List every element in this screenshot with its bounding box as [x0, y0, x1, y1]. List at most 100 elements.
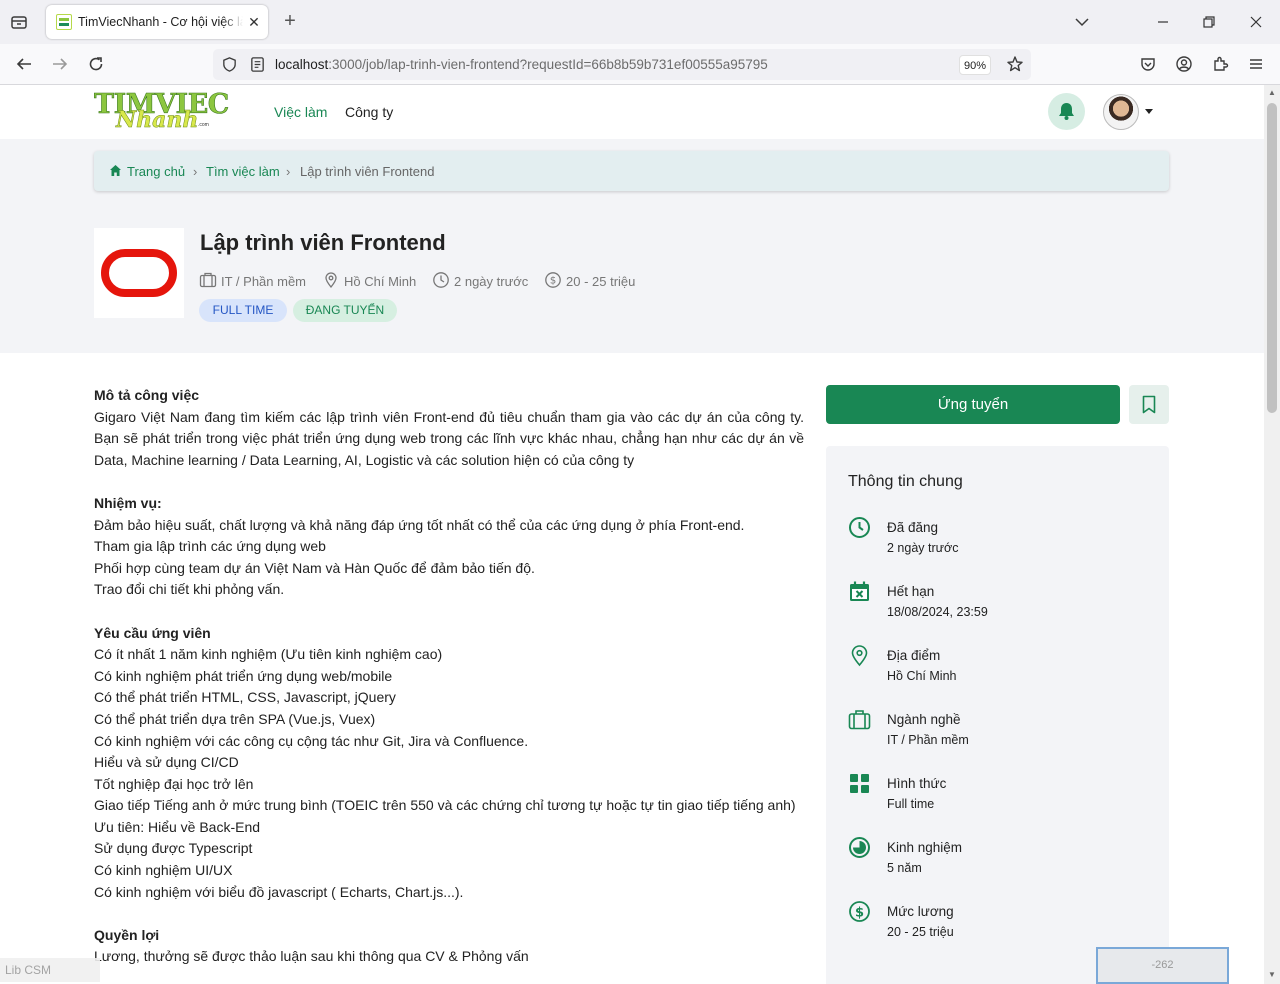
restore-icon[interactable]: [1199, 12, 1219, 32]
bookmark-star-icon[interactable]: [1006, 55, 1024, 73]
requirement-line: Tốt nghiệp đại học trở lên: [94, 775, 254, 792]
info-posted: Đã đăng 2 ngày trước: [848, 516, 1148, 560]
forward-arrow-icon[interactable]: [51, 55, 69, 73]
briefcase-icon: [848, 710, 871, 730]
scrollbar-thumb[interactable]: [1267, 103, 1277, 413]
meta-salary-text: 20 - 25 triệu: [566, 274, 636, 289]
requirement-line: Giao tiếp Tiếng anh ở mức trung bình (TO…: [94, 797, 796, 814]
breadcrumb-current: Lập trình viên Frontend: [300, 164, 435, 179]
logo-text-bottom: Nhanh: [116, 107, 199, 134]
page-info-icon[interactable]: [249, 56, 266, 73]
extensions-icon[interactable]: [1211, 55, 1229, 73]
calendar-x-icon: [850, 581, 869, 601]
bookmark-icon: [1142, 395, 1156, 414]
browser-tab-bar: TimViecNhanh - Cơ hội việc làm ✕ +: [0, 0, 1280, 44]
info-label: Đã đăng: [887, 520, 939, 535]
page-viewport: TIMVIEC Nhanh .com Việc làm Công ty Tran…: [0, 85, 1264, 984]
task-line: Trao đổi chi tiết khi phỏng vấn.: [94, 581, 285, 598]
chevron-down-icon[interactable]: [1073, 13, 1091, 31]
task-line: Phối hợp cùng team dự án Việt Nam và Hàn…: [94, 559, 535, 576]
hamburger-menu-icon[interactable]: [1247, 55, 1265, 73]
apply-button[interactable]: Ứng tuyển: [826, 385, 1120, 424]
clock-icon: [849, 517, 870, 538]
breadcrumb-home[interactable]: Trang chủ: [127, 164, 185, 179]
site-header: TIMVIEC Nhanh .com Việc làm Công ty: [0, 85, 1264, 139]
info-value: 20 - 25 triệu: [887, 925, 954, 939]
bell-icon: [1059, 103, 1074, 120]
task-line: Tham gia lập trình các ứng dụng web: [94, 538, 326, 555]
section-title-benefits: Quyền lợi: [94, 926, 160, 943]
info-value: Full time: [887, 797, 935, 811]
company-logo-mark: [101, 249, 177, 297]
home-icon[interactable]: [109, 164, 122, 177]
benefit-line: Lương, thưởng sẽ được thảo luận sau khi …: [94, 948, 529, 965]
tab-list-icon[interactable]: [10, 13, 28, 31]
minimize-icon[interactable]: [1153, 12, 1173, 32]
floating-value-box[interactable]: -262: [1096, 947, 1229, 984]
job-status-badge: ĐANG TUYỂN: [293, 299, 397, 322]
svg-text:$: $: [550, 276, 556, 287]
pocket-icon[interactable]: [1139, 55, 1157, 73]
section-title-requirements: Yêu cầu ứng viên: [94, 624, 211, 641]
info-label: Kinh nghiệm: [887, 840, 963, 855]
info-label: Địa điểm: [887, 648, 941, 663]
nav-link-companies[interactable]: Công ty: [345, 104, 393, 120]
save-job-button[interactable]: [1129, 385, 1169, 424]
clock-icon: [433, 272, 449, 288]
section-title-tasks: Nhiệm vụ:: [94, 494, 162, 511]
requirement-line: Có kinh nghiệm phát triển ứng dụng web/m…: [94, 667, 393, 684]
requirement-line: Có kinh nghiệm với biểu đồ javascript ( …: [94, 883, 464, 900]
back-arrow-icon[interactable]: [15, 55, 33, 73]
briefcase-icon: [199, 272, 217, 288]
info-value: 18/08/2024, 23:59: [887, 605, 988, 619]
reload-icon[interactable]: [87, 55, 105, 73]
info-card-title: Thông tin chung: [848, 473, 963, 490]
job-header: Trang chủ › Tìm việc làm › Lập trình viê…: [0, 139, 1264, 353]
close-tab-icon[interactable]: ✕: [246, 14, 262, 30]
info-value: 2 ngày trước: [887, 541, 959, 555]
requirement-line: Sử dụng được Typescript: [94, 840, 253, 857]
breadcrumb: Trang chủ › Tìm việc làm › Lập trình viê…: [94, 151, 1169, 191]
job-title: Lập trình viên Frontend: [200, 230, 446, 255]
info-label: Ngành nghề: [887, 712, 961, 727]
user-avatar[interactable]: [1103, 94, 1139, 130]
shield-icon[interactable]: [221, 56, 238, 73]
company-logo[interactable]: [94, 228, 184, 318]
dollar-icon: $: [849, 901, 870, 922]
logo-text-com: .com: [198, 122, 209, 128]
notification-button[interactable]: [1048, 93, 1085, 130]
meta-posted-text: 2 ngày trước: [454, 274, 529, 289]
nav-link-jobs[interactable]: Việc làm: [274, 104, 327, 120]
zoom-level-badge[interactable]: 90%: [959, 55, 991, 75]
scroll-up-icon[interactable]: ▲: [1267, 88, 1277, 98]
info-deadline: Hết hạn 18/08/2024, 23:59: [848, 580, 1148, 624]
section-title-description: Mô tả công việc: [94, 387, 200, 403]
info-value: IT / Phần mềm: [887, 733, 969, 747]
breadcrumb-separator: ›: [193, 164, 198, 179]
new-tab-icon[interactable]: +: [280, 11, 300, 31]
breadcrumb-jobs[interactable]: Tìm việc làm: [206, 164, 280, 179]
url-path: :3000/job/lap-trinh-vien-frontend?reques…: [328, 57, 768, 72]
requirement-line: Có kinh nghiệm với các công cụ cộng tác …: [94, 732, 529, 749]
address-bar[interactable]: localhost:3000/job/lap-trinh-vien-fronte…: [213, 49, 1031, 80]
caret-down-icon[interactable]: [1145, 109, 1153, 114]
site-logo[interactable]: TIMVIEC Nhanh .com: [94, 89, 230, 135]
info-industry: Ngành nghề IT / Phần mềm: [848, 708, 1148, 752]
page-scrollbar[interactable]: ▲ ▼: [1264, 85, 1280, 984]
account-icon[interactable]: [1175, 55, 1193, 73]
url-text[interactable]: localhost:3000/job/lap-trinh-vien-fronte…: [275, 57, 768, 72]
dollar-circle-icon: $: [545, 272, 561, 288]
meta-location-text: Hồ Chí Minh: [344, 274, 417, 289]
scroll-down-icon[interactable]: ▼: [1267, 970, 1277, 980]
info-label: Hình thức: [887, 776, 947, 791]
site-favicon-icon: [56, 14, 72, 30]
svg-text:$: $: [855, 905, 864, 920]
job-type-badge: FULL TIME: [199, 299, 287, 322]
info-location: Địa điểm Hồ Chí Minh: [848, 644, 1148, 688]
meta-industry-text: IT / Phần mềm: [221, 274, 307, 289]
requirement-line: Có thể phát triển dựa trên SPA (Vue.js, …: [94, 710, 376, 727]
tab-title: TimViecNhanh - Cơ hội việc làm: [78, 15, 243, 29]
browser-tab-active[interactable]: TimViecNhanh - Cơ hội việc làm ✕: [46, 5, 268, 39]
close-window-icon[interactable]: [1246, 12, 1266, 32]
requirement-line: Hiểu và sử dụng CI/CD: [94, 754, 239, 771]
